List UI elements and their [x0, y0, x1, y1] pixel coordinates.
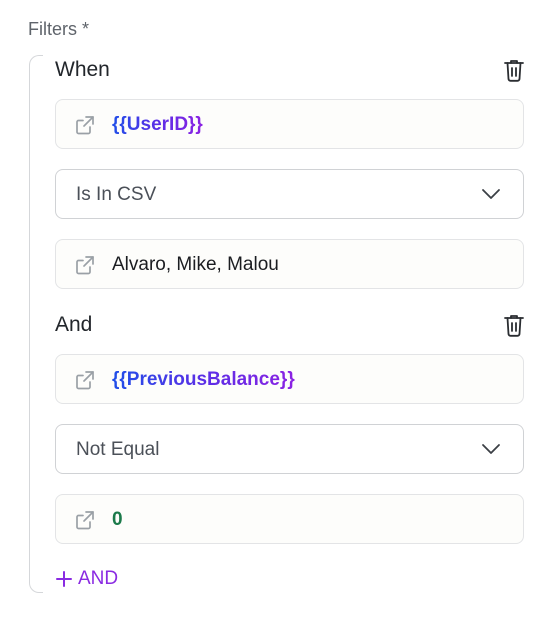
condition-1-field-value: {{UserID}} — [112, 114, 203, 135]
chevron-down-icon — [482, 189, 500, 199]
external-link-icon[interactable] — [74, 509, 96, 531]
condition-2-field-value: {{PreviousBalance}} — [112, 369, 295, 390]
condition-1-value-text: Alvaro, Mike, Malou — [112, 254, 279, 275]
chevron-down-icon — [482, 444, 500, 454]
condition-label-when: When — [55, 58, 110, 81]
add-and-label: AND — [78, 568, 119, 589]
condition-header-2: And — [55, 310, 525, 340]
external-link-icon[interactable] — [74, 114, 96, 136]
condition-1-value-input[interactable]: Alvaro, Mike, Malou — [55, 239, 524, 289]
trash-icon[interactable] — [503, 313, 525, 337]
condition-header-1: When — [55, 55, 525, 85]
condition-2-operator-select[interactable]: Not Equal — [55, 424, 524, 474]
condition-label-and: And — [55, 313, 93, 336]
trash-icon[interactable] — [503, 58, 525, 82]
condition-1-operator-select[interactable]: Is In CSV — [55, 169, 524, 219]
condition-group-border — [29, 55, 43, 593]
condition-2-operator-value: Not Equal — [76, 439, 160, 460]
condition-2-field-input[interactable]: {{PreviousBalance}} — [55, 354, 524, 404]
external-link-icon[interactable] — [74, 254, 96, 276]
external-link-icon[interactable] — [74, 369, 96, 391]
condition-1-field-input[interactable]: {{UserID}} — [55, 99, 524, 149]
condition-2-value-input[interactable]: 0 — [55, 494, 524, 544]
condition-1-operator-value: Is In CSV — [76, 184, 157, 205]
condition-2-value-text: 0 — [112, 509, 123, 530]
filters-label: Filters * — [28, 19, 90, 39]
plus-icon — [56, 571, 72, 587]
add-and-button[interactable]: AND — [55, 566, 118, 592]
